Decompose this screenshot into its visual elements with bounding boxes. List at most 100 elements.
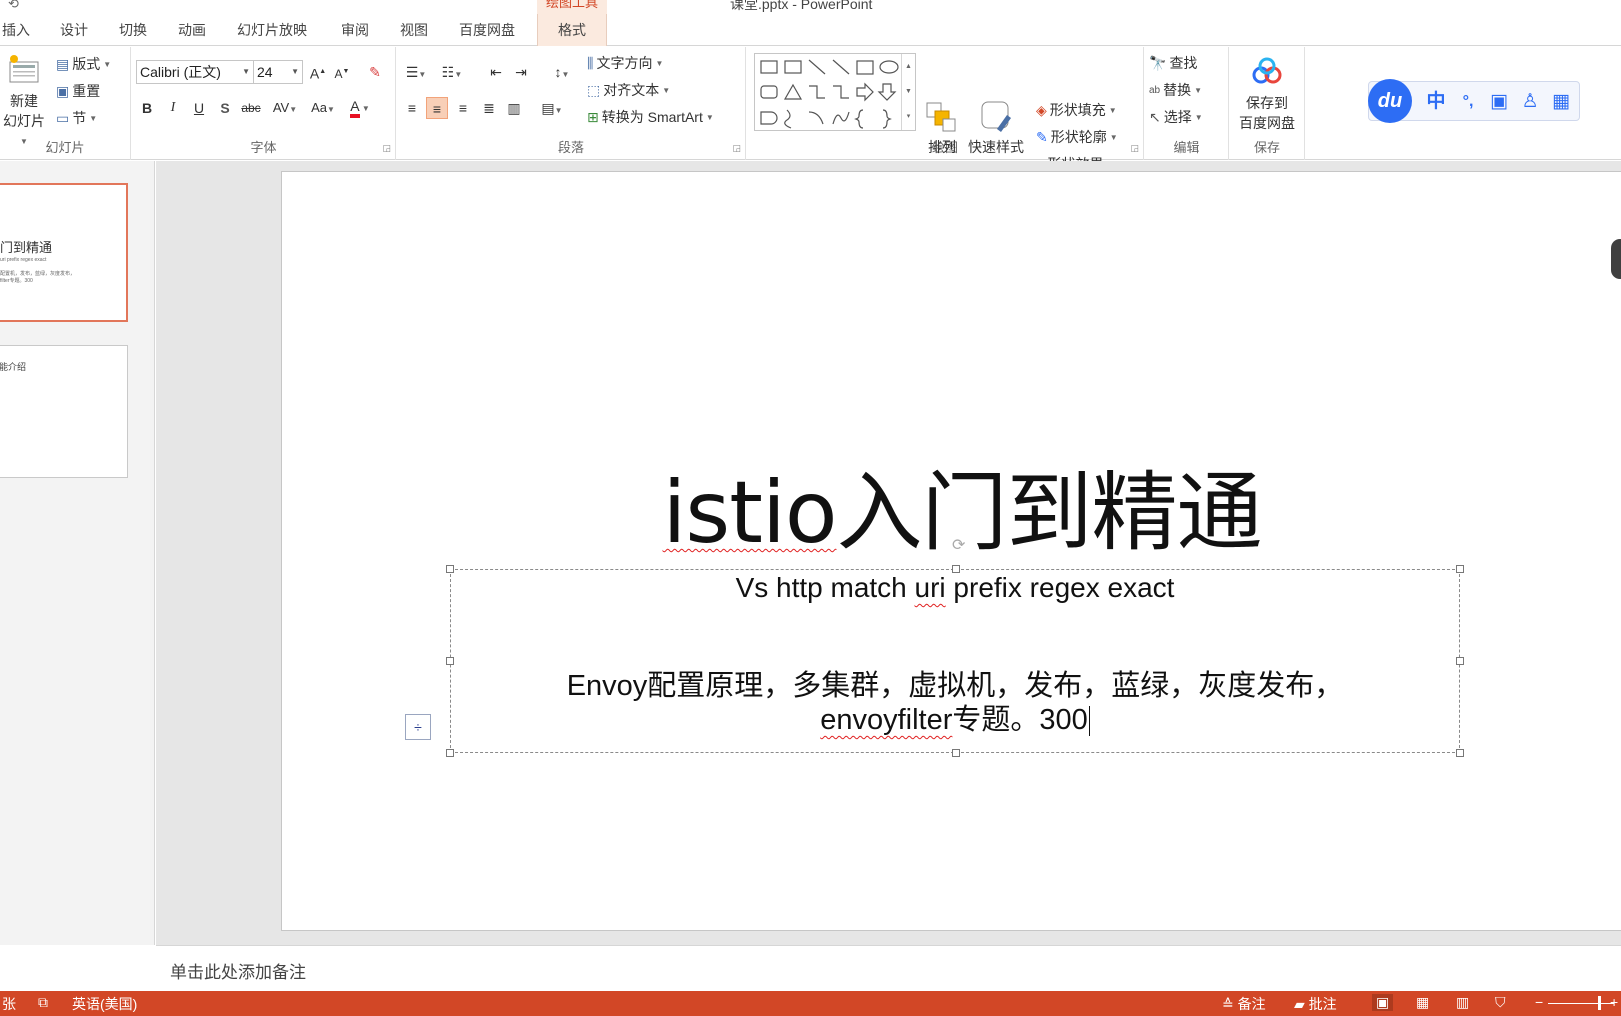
thumbnail-subtitle: uri prefix regex exact [0, 257, 47, 263]
change-case-button[interactable]: Aa▼ [306, 97, 340, 119]
italic-button[interactable]: I [162, 97, 184, 119]
shadow-button[interactable]: S [214, 97, 236, 119]
select-button[interactable]: ↖ 选择 ▼ [1149, 107, 1203, 127]
shapes-gallery[interactable]: ▲ ▼ ▾ [754, 53, 916, 131]
quick-access-icon[interactable]: ⟲ [8, 0, 19, 12]
group-paragraph: ☰▼ ☷▼ ⇤ ⇥ ↕▼ ≡ ≡ ≡ ≣ ▥ ▤▼ ⫼ 文字方向 ▼ ⬚ 对齐文本 ▼ … [397, 47, 746, 160]
punctuation-icon[interactable]: °, [1455, 89, 1481, 115]
shape-outline-button[interactable]: ✎ 形状轮廓 ▼ [1036, 127, 1118, 147]
tab-insert[interactable]: 插入 [2, 14, 30, 46]
autofit-options-icon[interactable]: ÷ [405, 714, 431, 740]
resize-handle[interactable] [1456, 749, 1464, 757]
notes-toggle[interactable]: ≙ 备注 [1222, 994, 1266, 1014]
baidu-logo[interactable]: du [1368, 79, 1412, 123]
align-center-icon[interactable]: ≡ [426, 97, 448, 119]
baidu-ime-toolbar[interactable]: du 中 °, ▣ ♙ ▦ [1368, 79, 1580, 123]
slide-canvas[interactable]: istio入门到精通 ⟳ Vs http match uri prefix re… [281, 171, 1621, 931]
clear-format-icon[interactable]: ✎ [364, 61, 386, 83]
slide-thumbnail-pane: 门到精通 uri prefix regex exact 配置机，发布，蓝绿，灰度… [0, 161, 155, 945]
tab-transitions[interactable]: 切换 [119, 14, 147, 46]
resize-handle[interactable] [952, 749, 960, 757]
shape-fill-button[interactable]: ◈ 形状填充 ▼ [1036, 100, 1117, 120]
subtitle-line-3[interactable]: envoyfilter专题。300 [451, 696, 1459, 738]
bold-button[interactable]: B [136, 97, 158, 119]
tab-format[interactable]: 格式 [537, 14, 607, 46]
tab-baidu-netdisk[interactable]: 百度网盘 [459, 14, 515, 46]
font-color-button[interactable]: A ▼ [342, 95, 378, 118]
character-spacing-button[interactable]: AV▼ [268, 97, 302, 119]
grow-font-button[interactable]: A▲ [307, 61, 329, 83]
section-button[interactable]: ▭ 节 ▼ [56, 108, 97, 128]
thumbnail-title: 能介绍 [0, 362, 27, 372]
slide-thumbnail-2[interactable]: 能介绍 [0, 345, 128, 478]
normal-view-icon[interactable]: ▣ [1372, 994, 1394, 1011]
tab-review[interactable]: 审阅 [341, 14, 369, 46]
convert-smartart-button[interactable]: ⊞ 转换为 SmartArt ▼ [587, 107, 714, 127]
replace-button[interactable]: ab 替换 ▼ [1149, 80, 1202, 100]
slide-sorter-icon[interactable]: ▦ [1416, 994, 1429, 1011]
tab-view[interactable]: 视图 [400, 14, 428, 46]
rotate-handle-icon[interactable]: ⟳ [952, 538, 968, 554]
scroll-edge [1611, 239, 1621, 279]
underline-button[interactable]: U [188, 97, 210, 119]
slide-thumbnail-1[interactable]: 门到精通 uri prefix regex exact 配置机，发布，蓝绿，灰度… [0, 183, 128, 322]
shrink-font-button[interactable]: A▼ [331, 61, 353, 83]
align-text-button[interactable]: ⬚ 对齐文本 ▼ [587, 80, 670, 100]
reset-button[interactable]: ▣ 重置 [56, 81, 100, 101]
tab-slideshow[interactable]: 幻灯片放映 [237, 14, 307, 46]
zoom-in-icon[interactable]: + [1610, 994, 1618, 1010]
ribbon: 新建 幻灯片 ▼ ▤ 版式 ▼ ▣ 重置 ▭ 节 ▼ 幻灯片 Calibri (正文) ▼ … [0, 47, 1621, 172]
slide-edit-area: istio入门到精通 ⟳ Vs http match uri prefix re… [156, 161, 1621, 945]
group-font: Calibri (正文) ▼ 24 ▼ A▲ A▼ ✎ B I U S abc AV… [132, 47, 396, 160]
font-size-combo[interactable]: 24 ▼ [253, 60, 303, 84]
line-spacing-icon[interactable]: ↕▼ [547, 61, 577, 83]
save-to-netdisk-button[interactable]: 保存到 百度网盘 [1232, 55, 1302, 133]
bullets-icon[interactable]: ☰▼ [401, 61, 431, 83]
decrease-indent-icon[interactable]: ⇤ [485, 61, 507, 83]
spellcheck-icon[interactable]: ⧉ [38, 994, 48, 1011]
grid-menu-icon[interactable]: ▦ [1548, 89, 1574, 115]
notes-icon: ≙ [1222, 996, 1234, 1012]
status-bar: 张 ⧉ 英语(美国) ≙ 备注 ▰ 批注 ▣ ▦ ▥ ⛉ − + [0, 991, 1621, 1016]
resize-handle[interactable] [446, 749, 454, 757]
tab-animations[interactable]: 动画 [178, 14, 206, 46]
subtitle-placeholder[interactable]: ⟳ Vs http match uri prefix regex exact E… [446, 538, 1464, 757]
baidu-netdisk-icon [1252, 57, 1282, 84]
strikethrough-button[interactable]: abc [238, 97, 264, 119]
align-right-icon[interactable]: ≡ [452, 97, 474, 119]
comments-toggle[interactable]: ▰ 批注 [1294, 994, 1337, 1014]
layout-button[interactable]: ▤ 版式 ▼ [56, 54, 111, 74]
gallery-scroll[interactable]: ▲ ▼ ▾ [901, 54, 915, 130]
arrange-icon [926, 102, 956, 132]
reading-view-icon[interactable]: ▥ [1456, 994, 1469, 1011]
justify-icon[interactable]: ≣ [478, 97, 500, 119]
align-left-icon[interactable]: ≡ [401, 97, 423, 119]
distributed-icon[interactable]: ▥ [503, 97, 525, 119]
title-bar: ⟲ 绘图工具 课堂.pptx - PowerPoint [0, 0, 1621, 14]
tab-design[interactable]: 设计 [60, 14, 88, 46]
notes-pane[interactable]: 单击此处添加备注 [156, 945, 1621, 991]
ime-language-toggle[interactable]: 中 [1423, 89, 1449, 115]
text-direction-button[interactable]: ⫼ 文字方向 ▼ [587, 53, 663, 73]
find-button[interactable]: 🔭 查找 [1149, 53, 1197, 73]
columns-icon[interactable]: ▤▼ [537, 97, 567, 119]
toolbox-icon[interactable]: ▣ [1486, 89, 1512, 115]
numbering-icon[interactable]: ☷▼ [437, 61, 467, 83]
new-slide-icon [9, 55, 39, 83]
subtitle-line-1[interactable]: Vs http match uri prefix regex exact [451, 572, 1459, 604]
find-icon: 🔭 [1149, 54, 1167, 71]
paragraph-dialog-launcher-icon[interactable]: ◲ [732, 143, 741, 154]
user-icon[interactable]: ♙ [1517, 89, 1543, 115]
font-name-combo[interactable]: Calibri (正文) ▼ [136, 60, 254, 84]
language-indicator[interactable]: 英语(美国) [72, 994, 137, 1014]
new-slide-button[interactable]: 新建 幻灯片 ▼ [0, 53, 48, 147]
group-slides: 新建 幻灯片 ▼ ▤ 版式 ▼ ▣ 重置 ▭ 节 ▼ 幻灯片 [0, 47, 131, 160]
zoom-slider-track[interactable] [1548, 1003, 1614, 1004]
zoom-slider-thumb[interactable] [1598, 996, 1601, 1010]
zoom-out-icon[interactable]: − [1535, 994, 1543, 1010]
slideshow-icon[interactable]: ⛉ [1495, 994, 1506, 1011]
font-dialog-launcher-icon[interactable]: ◲ [382, 143, 391, 154]
drawing-dialog-launcher-icon[interactable]: ◲ [1130, 143, 1139, 154]
replace-icon: ab [1149, 84, 1161, 96]
increase-indent-icon[interactable]: ⇥ [510, 61, 532, 83]
